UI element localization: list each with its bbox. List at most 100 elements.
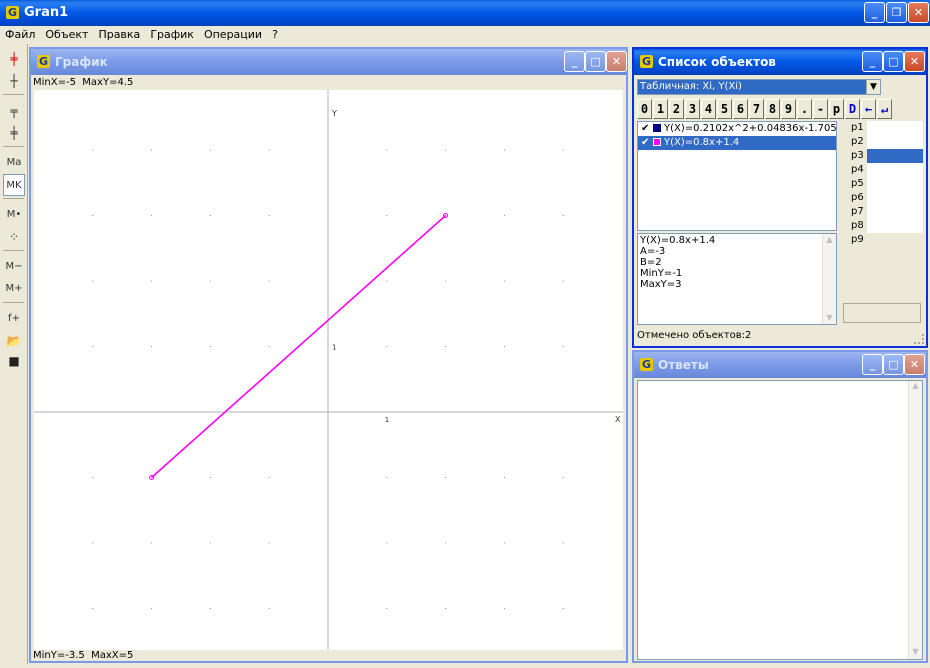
answers-minimize-button[interactable]: _ [862,354,883,375]
save-icon[interactable]: ■ [3,350,25,372]
menu-item[interactable]: График [145,26,199,44]
axes-cross-icon[interactable]: ╪ [3,122,25,144]
answers-scrollbar[interactable]: ▲ ▼ [908,381,922,659]
restore-button[interactable]: ❐ [886,2,907,23]
y-axis-label: Y [331,109,337,118]
close-button[interactable]: ✕ [908,2,929,23]
param-value-cell[interactable] [867,163,923,177]
open-folder-icon[interactable]: 📂 [3,330,25,352]
objects-maximize-button[interactable]: □ [883,51,904,72]
tool-button[interactable]: f+ [3,308,25,330]
param-value-cell[interactable] [867,177,923,191]
answers-close-button[interactable]: ✕ [904,354,925,375]
keypad-key[interactable]: 1 [653,99,668,119]
points-icon[interactable]: ⁘ [3,226,25,248]
answers-title: Ответы [658,358,709,372]
param-value-cell[interactable] [867,121,923,135]
param-value-cell[interactable] [867,149,923,163]
objects-list[interactable]: ✔ Y(X)=0.2102x^2+0.04836x-1.705 ✔ Y(X)=0.8x… [637,121,837,231]
keypad-key[interactable]: D [845,99,860,119]
keypad-key[interactable]: 8 [765,99,780,119]
grid-dot [151,542,153,544]
axes-red-icon[interactable]: ╪ [3,48,25,70]
menu-item[interactable]: Правка [93,26,145,44]
grid-dot [209,346,211,347]
list-item[interactable]: ✔ Y(X)=0.8x+1.4 [638,136,836,150]
arrow-left-icon[interactable]: ← [861,99,876,119]
scroll-down-icon[interactable]: ▼ [823,312,836,324]
objects-minimize-button[interactable]: _ [862,51,883,72]
param-item[interactable]: p6 [839,191,925,205]
param-value-cell[interactable] [867,135,923,149]
keypad-key[interactable]: 2 [669,99,684,119]
object-details: ▲ ▼ Y(X)=0.8x+1.4 A=-3 B=2 MinY=-1 MaxY=3 [637,233,837,325]
param-value-cell[interactable] [867,205,923,219]
scroll-up-icon[interactable]: ▲ [909,381,922,393]
graph-canvas[interactable]: X Y 1 1 [34,90,623,650]
graph-minimize-button[interactable]: _ [564,51,585,72]
type-dropdown-value: Табличная: Xi, Y(Xi) [640,81,742,92]
params-list[interactable]: p1 p2 p3 p4 p5 p6 p7 p8 p9 [839,121,925,249]
axes-icon[interactable]: ┼ [3,70,25,92]
answers-content[interactable]: ▲ ▼ [637,380,923,660]
type-dropdown[interactable]: Табличная: Xi, Y(Xi) ▼ [637,79,881,95]
graph-close-button[interactable]: ✕ [606,51,627,72]
param-value-cell[interactable] [867,219,923,233]
menu-item[interactable]: Объект [40,26,93,44]
param-value-cell[interactable] [867,233,923,247]
tool-button[interactable]: MK [3,174,25,196]
param-value-cell[interactable] [867,191,923,205]
keypad-key[interactable]: p [829,99,844,119]
scroll-up-icon[interactable]: ▲ [823,234,836,246]
param-item[interactable]: p9 [839,233,925,247]
keypad-key[interactable]: - [813,99,828,119]
details-scrollbar[interactable]: ▲ ▼ [822,234,836,324]
graph-window: G График _ □ ✕ MinX=-5 MaxY=4.5 X Y 1 1 Min… [29,47,628,663]
param-item[interactable]: p1 [839,121,925,135]
param-label: p3 [851,150,864,161]
toolbar-separator [3,302,24,303]
enter-icon[interactable]: ↵ [877,99,892,119]
graph-maximize-button[interactable]: □ [585,51,606,72]
keypad-key[interactable]: 6 [733,99,748,119]
param-item[interactable]: p7 [839,205,925,219]
grid-dot [92,346,94,347]
x-tick-label: 1 [385,416,389,424]
tool-button[interactable]: M+ [3,278,25,300]
axes-corner-icon[interactable]: ╤ [3,100,25,122]
keypad-key[interactable]: . [797,99,812,119]
chevron-down-icon[interactable]: ▼ [866,80,880,94]
keypad-key[interactable]: 5 [717,99,732,119]
checkbox[interactable]: ✔ [641,122,651,136]
keypad-key[interactable]: 7 [749,99,764,119]
tool-button[interactable]: M• [3,204,25,226]
keypad-key[interactable]: 0 [637,99,652,119]
keypad-key[interactable]: 4 [701,99,716,119]
grid-dot [503,215,505,216]
detail-line: A=-3 [640,246,666,257]
scroll-down-icon[interactable]: ▼ [909,647,922,659]
resize-grip-icon[interactable] [914,334,924,344]
keypad-key[interactable]: 3 [685,99,700,119]
tool-button[interactable]: M− [3,256,25,278]
param-item[interactable]: p8 [839,219,925,233]
tool-button[interactable]: Ma [3,152,25,174]
checkbox[interactable]: ✔ [641,136,651,150]
objects-close-button[interactable]: ✕ [904,51,925,72]
menu-item[interactable]: ? [267,26,283,44]
grid-dot [209,477,211,478]
answers-maximize-button[interactable]: □ [883,354,904,375]
grid-dot [503,149,505,151]
param-item[interactable]: p2 [839,135,925,149]
graph-titlebar: G График _ □ ✕ [31,49,627,75]
param-item[interactable]: p3 [839,149,925,163]
list-item[interactable]: ✔ Y(X)=0.2102x^2+0.04836x-1.705 [638,122,837,136]
color-swatch [653,124,661,132]
keypad-key[interactable]: 9 [781,99,796,119]
param-item[interactable]: p5 [839,177,925,191]
minimize-button[interactable]: _ [864,2,885,23]
param-item[interactable]: p4 [839,163,925,177]
menu-item[interactable]: Операции [199,26,267,44]
param-label: p4 [851,164,864,175]
menu-item[interactable]: Файл [0,26,40,44]
